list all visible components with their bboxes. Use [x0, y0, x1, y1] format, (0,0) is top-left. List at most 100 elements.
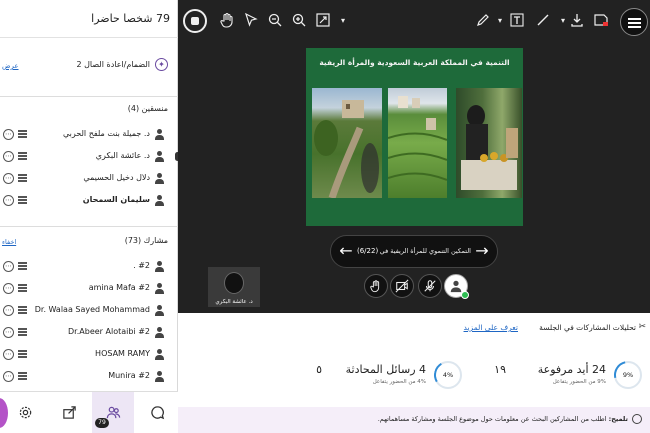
scissors-icon: ✂	[638, 322, 646, 332]
slide-file-title: التمكين التنموي للمرأة الريفية في إطار ا…	[379, 247, 471, 255]
attendees-header: 79 شخصا حاضرا	[0, 0, 178, 38]
pen-tool-button[interactable]	[474, 12, 492, 30]
attendee-row[interactable]: دلال دخيل الحسيمي ⋯	[0, 168, 178, 190]
user-icon	[155, 173, 164, 184]
attendee-row[interactable]: amina Mafa #2 ⋯	[0, 278, 178, 300]
camera-toggle-button[interactable]	[390, 274, 414, 298]
arrow-right-icon: →	[475, 241, 489, 260]
attendee-row[interactable]: HOSAM RAMY ⋯	[0, 344, 178, 366]
fit-screen-icon	[316, 13, 330, 27]
stop-sharing-button[interactable]	[183, 9, 207, 33]
caret-down-icon: ▾	[340, 16, 345, 25]
microphone-off-icon	[424, 280, 436, 292]
breakout-group[interactable]: ✦ الضمام/اعادة الصال 2 عرض	[0, 54, 178, 78]
next-slide-button[interactable]: →	[473, 242, 491, 260]
attendee-row[interactable]: #2 . ⋯	[0, 256, 178, 278]
attendee-name: Munira #2	[108, 371, 150, 380]
line-tool-button[interactable]	[534, 12, 552, 30]
more-options-icon[interactable]: ⋯	[3, 283, 14, 294]
attendee-row[interactable]: Munira #2 ⋯	[0, 366, 178, 388]
zoom-in-button[interactable]	[290, 12, 308, 30]
share-content-button[interactable]	[48, 392, 90, 433]
more-options-icon[interactable]: ⋯	[3, 151, 14, 162]
presenter-avatar	[224, 272, 244, 294]
attendee-row[interactable]: Dr.Abeer Alotaibi #2 ⋯	[0, 322, 178, 344]
more-options-icon[interactable]: ⋯	[3, 371, 14, 382]
gear-icon	[19, 406, 32, 419]
slide-photo-terraces	[388, 88, 447, 198]
list-icon	[18, 196, 27, 205]
arrow-left-icon: ←	[339, 241, 353, 260]
messages-percent: 4%	[442, 371, 454, 379]
microphone-toggle-button[interactable]	[418, 274, 442, 298]
presenter-video-tile[interactable]: د. عائشة البكري	[208, 267, 260, 307]
pen-options-dropdown[interactable]: ▾	[491, 12, 509, 30]
calendar-number: ١٩	[494, 363, 506, 376]
divider	[0, 96, 178, 97]
list-icon	[18, 306, 27, 315]
attendee-name: amina Mafa #2	[88, 283, 150, 292]
user-icon	[155, 151, 164, 162]
slide-title: التنمية في المملكة العربية السعودية والم…	[319, 58, 510, 67]
stop-icon	[191, 17, 199, 25]
user-icon	[155, 283, 164, 294]
user-icon	[155, 371, 164, 382]
learn-more-link[interactable]: تعرف على المزيد	[464, 323, 518, 332]
hand-icon	[370, 280, 380, 293]
participants-hide-link[interactable]: اخفاء	[2, 238, 16, 246]
list-icon	[18, 262, 27, 271]
user-icon	[155, 195, 164, 206]
presenter-name: د. عائشة البكري	[215, 299, 253, 305]
view-options-dropdown[interactable]: ▾	[334, 12, 352, 30]
list-icon	[18, 130, 27, 139]
chat-messages-sub: 4% من الحضور يتفاعل	[372, 379, 426, 385]
group-view-link[interactable]: عرض	[2, 62, 19, 70]
engagement-title: تحليلات المشاركات في الجلسة	[539, 323, 636, 332]
more-options-icon[interactable]: ⋯	[3, 305, 14, 316]
hands-raised-stat: 9% 24 أيد مرفوعة 9% من الحضور يتفاعل	[530, 355, 650, 401]
more-options-icon[interactable]: ⋯	[3, 173, 14, 184]
more-options-icon[interactable]: ⋯	[3, 349, 14, 360]
zoom-out-button[interactable]	[266, 12, 284, 30]
line-icon	[537, 14, 549, 26]
more-options-icon[interactable]: ⋯	[3, 327, 14, 338]
lightbulb-icon	[632, 414, 642, 424]
text-icon	[510, 13, 524, 27]
attendees-button[interactable]: 79	[92, 392, 134, 433]
more-options-icon[interactable]: ⋯	[3, 129, 14, 140]
pointer-tool-button[interactable]	[242, 12, 260, 30]
settings-button[interactable]	[4, 392, 46, 433]
hands-progress-ring: 9%	[608, 355, 648, 395]
hand-tool-button[interactable]	[218, 12, 236, 30]
list-icon	[18, 174, 27, 183]
previous-slide-button[interactable]: ←	[337, 242, 355, 260]
user-icon	[155, 349, 164, 360]
tip-text: تلميح: اطلب من المشاركين البحث عن معلوما…	[378, 415, 628, 423]
more-options-icon[interactable]: ⋯	[3, 261, 14, 272]
attendee-row[interactable]: د. عائشة البكري ⋯	[0, 146, 180, 168]
list-icon	[18, 152, 27, 161]
raise-hand-button[interactable]	[364, 274, 388, 298]
participants-title: مشارك (73)	[124, 236, 168, 245]
session-menu-button[interactable]	[620, 8, 648, 36]
chat-button[interactable]	[136, 392, 178, 433]
clear-button[interactable]	[592, 12, 610, 30]
slide-photo-village	[312, 88, 382, 198]
slide-navigator: → التمكين التنموي للمرأة الريفية في إطار…	[330, 235, 498, 268]
chat-icon	[151, 406, 165, 420]
pen-icon	[477, 14, 489, 26]
list-icon	[18, 350, 27, 359]
attendee-row[interactable]: Dr. Walaa Sayed Mohammad ⋯	[0, 300, 178, 322]
download-button[interactable]	[568, 12, 586, 30]
download-icon	[571, 14, 583, 27]
text-tool-button[interactable]	[508, 12, 526, 30]
slide-page-indicator: (6/22)	[357, 247, 379, 255]
attendee-row[interactable]: سليمان السمحان ⋯	[0, 190, 178, 212]
fit-view-button[interactable]	[314, 12, 332, 30]
attendees-badge: 79	[95, 418, 109, 428]
my-status-button[interactable]	[444, 274, 469, 299]
more-options-icon[interactable]: ⋯	[3, 195, 14, 206]
attendee-row[interactable]: د. جميلة بنت ملفح الحربي ⋯	[0, 124, 178, 146]
group-icon: ✦	[155, 58, 168, 71]
hand-icon	[220, 12, 233, 28]
